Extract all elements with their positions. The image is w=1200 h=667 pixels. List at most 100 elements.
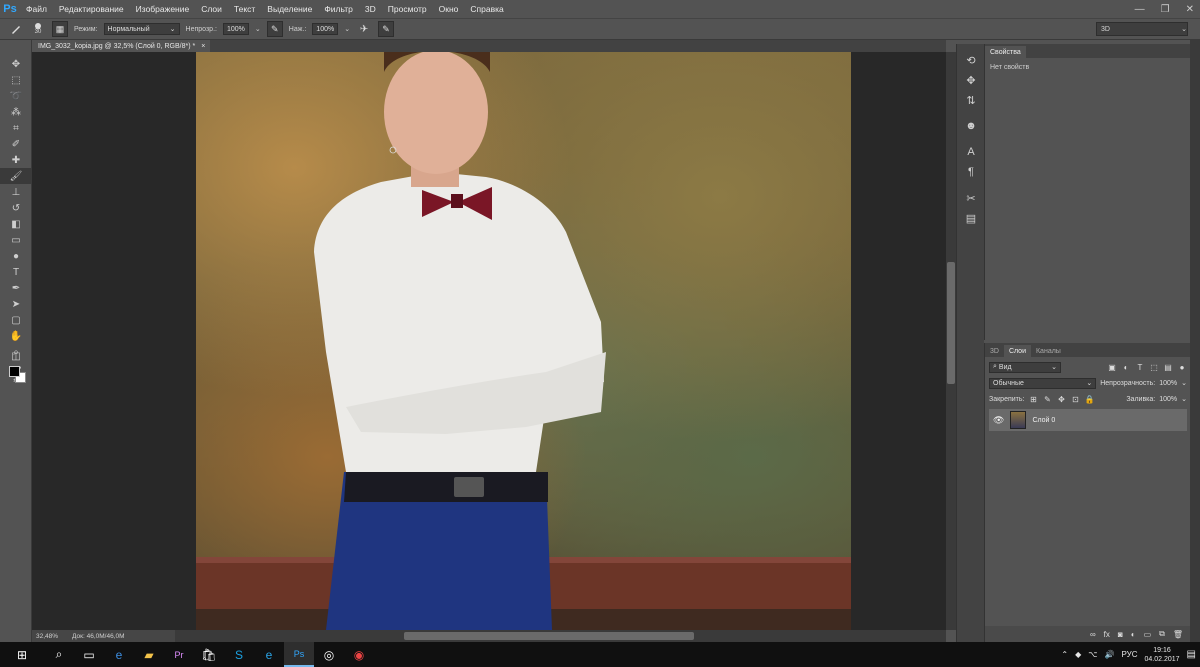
canvas-area[interactable] xyxy=(32,52,946,630)
tab-channels[interactable]: Каналы xyxy=(1031,345,1066,357)
close-button[interactable]: ✕ xyxy=(1186,4,1194,15)
character-icon[interactable]: ☻ xyxy=(957,116,985,136)
chrome-icon[interactable]: ◉ xyxy=(344,642,374,667)
chevron-down-icon[interactable]: ⌄ xyxy=(344,25,350,33)
dropbox-icon[interactable]: ◆ xyxy=(1075,650,1081,659)
tool-presets-icon[interactable]: ✂ xyxy=(957,188,985,208)
add-mask-icon[interactable]: ◙ xyxy=(1118,630,1123,639)
lock-position-icon[interactable]: ✥ xyxy=(1056,394,1066,404)
libraries-icon[interactable]: ▤ xyxy=(957,208,985,228)
filter-toggle-icon[interactable]: ● xyxy=(1177,362,1187,372)
volume-icon[interactable]: 🔊 xyxy=(1105,650,1115,659)
pressure-opacity-icon[interactable]: ✎ xyxy=(266,21,283,37)
quick-selection-tool-icon[interactable]: ⁂ xyxy=(0,104,32,120)
network-icon[interactable]: ⌥ xyxy=(1088,650,1097,659)
mode-select[interactable]: Нормальный ⌄ xyxy=(103,23,180,35)
pressure-field[interactable]: 100% xyxy=(312,23,339,35)
menu-edit[interactable]: Редактирование xyxy=(53,4,130,14)
lock-all-icon[interactable]: 🔒 xyxy=(1084,394,1094,404)
clock[interactable]: 19:16 04.02.2017 xyxy=(1145,646,1180,664)
type-filter-icon[interactable]: T xyxy=(1135,362,1145,372)
delete-layer-icon[interactable]: 🗑 xyxy=(1173,630,1183,639)
pen-tool-icon[interactable]: ✒ xyxy=(0,280,32,296)
foreground-color-swatch[interactable] xyxy=(9,366,20,377)
fill-value[interactable]: 100% xyxy=(1159,396,1177,403)
link-layers-icon[interactable]: ∞ xyxy=(1090,630,1096,639)
close-tab-icon[interactable]: × xyxy=(201,43,205,50)
paragraph-icon[interactable]: ¶ xyxy=(957,162,985,182)
chevron-down-icon[interactable]: ⌄ xyxy=(1181,395,1187,403)
language-indicator[interactable]: РУС xyxy=(1121,650,1137,659)
dodge-tool-icon[interactable]: ● xyxy=(0,248,32,264)
brush-presets-icon[interactable]: ✥ xyxy=(957,70,985,90)
menu-layers[interactable]: Слои xyxy=(195,4,228,14)
task-view-icon[interactable]: ▭ xyxy=(74,642,104,667)
healing-brush-tool-icon[interactable]: ✚ xyxy=(0,152,32,168)
menu-select[interactable]: Выделение xyxy=(261,4,318,14)
clone-stamp-tool-icon[interactable]: ⊥ xyxy=(0,184,32,200)
chevron-down-icon[interactable]: ⌄ xyxy=(255,25,261,33)
document-image[interactable] xyxy=(196,52,851,630)
menu-image[interactable]: Изображение xyxy=(130,4,196,14)
menu-view[interactable]: Просмотр xyxy=(382,4,433,14)
type-panel-icon[interactable]: A xyxy=(957,142,985,162)
tab-3d[interactable]: 3D xyxy=(985,345,1004,357)
search-icon[interactable]: ⌕ xyxy=(44,642,74,667)
edge-icon[interactable]: e xyxy=(104,642,134,667)
layer-row[interactable]: 👁 Слой 0 xyxy=(989,409,1187,431)
eye-icon[interactable]: 👁 xyxy=(993,415,1004,426)
lock-transparent-icon[interactable]: ⊞ xyxy=(1028,394,1038,404)
brush-tool-preset-icon[interactable] xyxy=(8,21,24,37)
explorer-icon[interactable]: ▰ xyxy=(134,642,164,667)
move-tool-icon[interactable]: ✥ xyxy=(0,56,32,72)
eraser-tool-icon[interactable]: ◧ xyxy=(0,216,32,232)
hand-tool-icon[interactable]: ✋ xyxy=(0,328,32,344)
minimize-button[interactable]: — xyxy=(1135,4,1145,15)
tab-properties[interactable]: Свойства xyxy=(985,46,1026,58)
smart-object-filter-icon[interactable]: ▤ xyxy=(1163,362,1173,372)
photoshop-icon[interactable]: Ps xyxy=(284,642,314,667)
adjustment-filter-icon[interactable]: ◐ xyxy=(1121,362,1131,372)
brush-panel-toggle-icon[interactable]: ▦ xyxy=(52,21,68,37)
new-group-icon[interactable]: ▭ xyxy=(1144,630,1152,639)
blend-mode-select[interactable]: Обычные ⌄ xyxy=(989,377,1097,389)
layer-filter-select[interactable]: ⌕ Вид ⌄ xyxy=(989,361,1061,373)
document-tab[interactable]: IMG_3032_kopia.jpg @ 32,5% (Слой 0, RGB/… xyxy=(32,40,210,52)
lock-pixels-icon[interactable]: ✎ xyxy=(1042,394,1052,404)
chevron-down-icon[interactable]: ⌄ xyxy=(1181,379,1187,387)
media-icon[interactable]: ◎ xyxy=(314,642,344,667)
layer-style-icon[interactable]: fx xyxy=(1104,630,1110,639)
brush-tool-icon[interactable]: 🖌 xyxy=(0,168,32,184)
brush-size-picker[interactable]: 30 xyxy=(30,21,46,37)
history-panel-icon[interactable]: ⟲ xyxy=(957,50,985,70)
menu-file[interactable]: Файл xyxy=(20,4,53,14)
skype-icon[interactable]: S xyxy=(224,642,254,667)
menu-window[interactable]: Окно xyxy=(433,4,465,14)
marquee-tool-icon[interactable]: ⬚ xyxy=(0,72,32,88)
adjustments-icon[interactable]: ⇅ xyxy=(957,90,985,110)
gradient-tool-icon[interactable]: ▭ xyxy=(0,232,32,248)
panel-collapse-strip[interactable] xyxy=(1190,40,1200,642)
eyedropper-tool-icon[interactable]: ✐ xyxy=(0,136,32,152)
tray-expand-icon[interactable]: ⌃ xyxy=(1061,650,1068,659)
menu-help[interactable]: Справка xyxy=(464,4,509,14)
menu-type[interactable]: Текст xyxy=(228,4,261,14)
premiere-icon[interactable]: Pr xyxy=(164,642,194,667)
layer-name[interactable]: Слой 0 xyxy=(1032,417,1055,424)
adjustment-layer-icon[interactable]: ◐ xyxy=(1131,630,1136,639)
zoom-level[interactable]: 32,48% xyxy=(36,633,58,640)
layer-opacity-value[interactable]: 100% xyxy=(1159,380,1177,387)
menu-3d[interactable]: 3D xyxy=(359,4,382,14)
menu-filter[interactable]: Фильтр xyxy=(318,4,359,14)
tab-layers[interactable]: Слои xyxy=(1003,345,1031,357)
history-brush-tool-icon[interactable]: ↺ xyxy=(0,200,32,216)
path-selection-tool-icon[interactable]: ➤ xyxy=(0,296,32,312)
ie-icon[interactable]: e xyxy=(254,642,284,667)
quick-mask-icon[interactable]: ◫ xyxy=(0,348,32,364)
crop-tool-icon[interactable]: ⌗ xyxy=(0,120,32,136)
pressure-size-icon[interactable]: ✎ xyxy=(378,21,395,37)
lasso-tool-icon[interactable]: ➰ xyxy=(0,88,32,104)
vertical-scroll-thumb[interactable] xyxy=(947,262,955,384)
lock-artboard-icon[interactable]: ⊡ xyxy=(1070,394,1080,404)
horizontal-scroll-thumb[interactable] xyxy=(404,632,694,640)
